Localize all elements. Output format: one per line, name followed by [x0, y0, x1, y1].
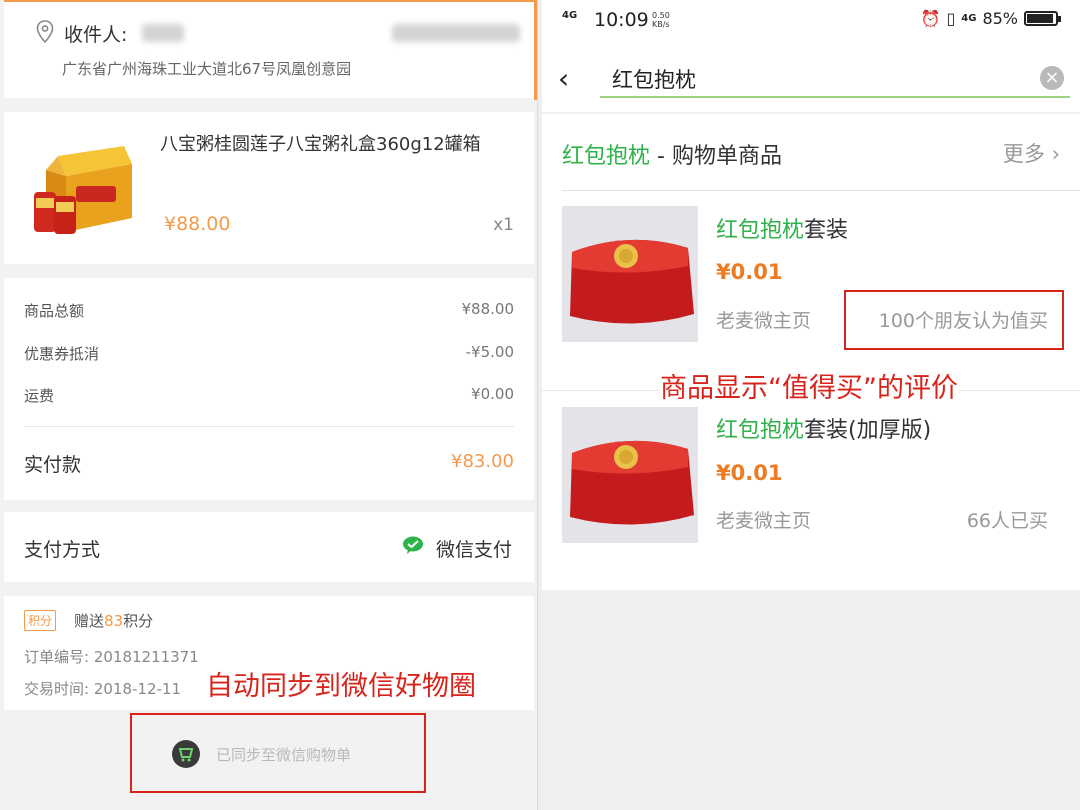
sync-status-text[interactable]: 已同步至微信购物单: [216, 744, 351, 765]
fee-summary-card: 商品总额 ¥88.00 优惠券抵消 -¥5.00 运费 ¥0.00 实付款 ¥8…: [4, 278, 534, 500]
section-title-highlight: 红包抱枕: [562, 144, 651, 169]
network-indicator-2: 4G: [961, 13, 977, 24]
points-badge: 积分: [24, 610, 57, 631]
item-price: ¥0.01: [716, 461, 783, 485]
receiver-label: 收件人:: [64, 24, 128, 46]
points-text: 赠送83积分: [74, 610, 153, 631]
item-shop: 老麦微主页: [716, 310, 812, 332]
annotation-sync: 自动同步到微信好物圈: [206, 671, 476, 702]
results-list: 红包抱枕 - 购物单商品 更多 › 红包抱枕套装 ¥0.01 老麦微主页 100…: [542, 114, 1080, 590]
product-quantity: x1: [493, 215, 514, 235]
product-price: ¥88.00: [164, 213, 231, 235]
payment-method: 微信支付: [435, 539, 512, 561]
points-prefix: 赠送: [74, 612, 105, 630]
fee-row: 运费 ¥0.00: [24, 385, 514, 407]
divider: [24, 426, 514, 427]
status-bar: 4G 10:09 0.50 KB/s ⏰ ▯ 4G 85%: [542, 0, 1080, 44]
network-indicator: 4G: [562, 10, 578, 21]
fee-label: 运费: [24, 387, 55, 405]
annotation-worth-buying: 商品显示“值得买”的评价: [660, 366, 958, 405]
sync-highlight-box: 已同步至微信购物单: [130, 713, 426, 793]
fee-row: 商品总额 ¥88.00: [24, 300, 514, 322]
divider: [562, 190, 1080, 191]
status-icons: ⏰ ▯ 4G 85%: [920, 9, 1061, 28]
product-name: 八宝粥桂圆莲子八宝粥礼盒360g12罐箱: [160, 134, 481, 155]
receiver-phone-blurred: [392, 24, 520, 42]
location-pin-icon: [36, 20, 54, 44]
item-image: [562, 206, 698, 342]
wechat-pay-icon: [403, 536, 423, 554]
clock: 10:09: [594, 9, 649, 31]
receiver-card[interactable]: 收件人: 广东省广州海珠工业大道北67号凤凰创意园: [4, 0, 534, 98]
product-card[interactable]: 八宝粥桂圆莲子八宝粥礼盒360g12罐箱 ¥88.00 x1: [4, 112, 534, 264]
item-purchase-count: 66人已买: [966, 510, 1048, 532]
item-title-rest: 套装(加厚版): [804, 418, 932, 443]
item-title: 红包抱枕套装: [716, 212, 848, 244]
clear-icon[interactable]: ×: [1040, 66, 1064, 90]
item-image: [562, 407, 698, 543]
receiver-name-blurred: [142, 24, 184, 42]
order-detail-panel: 收件人: 广东省广州海珠工业大道北67号凤凰创意园 八宝粥桂圆莲子八宝粥礼盒36…: [0, 0, 538, 810]
total-label: 实付款: [24, 454, 82, 476]
payment-label: 支付方式: [24, 539, 101, 561]
battery-icon: [1024, 11, 1061, 26]
total-value: ¥83.00: [451, 451, 514, 472]
order-number: 订单编号: 20181211371: [24, 648, 199, 666]
battery-percent: 85%: [982, 9, 1018, 28]
item-title-rest: 套装: [804, 218, 849, 243]
net-speed-value: 0.50: [652, 11, 670, 20]
item-title-highlight: 红包抱枕: [716, 418, 805, 443]
alarm-icon: ⏰: [920, 9, 941, 28]
payment-card: 支付方式 微信支付: [4, 512, 534, 582]
points-value: 83: [104, 612, 124, 630]
fee-label: 优惠券抵消: [24, 345, 100, 363]
fee-value: ¥0.00: [471, 385, 514, 403]
item-title-highlight: 红包抱枕: [716, 218, 805, 243]
fee-row: 优惠券抵消 -¥5.00: [24, 343, 514, 365]
net-speed-unit: KB/s: [652, 20, 670, 29]
screenshot-root: 收件人: 广东省广州海珠工业大道北67号凤凰创意园 八宝粥桂圆莲子八宝粥礼盒36…: [0, 0, 1080, 810]
search-results-panel: 4G 10:09 0.50 KB/s ⏰ ▯ 4G 85% ‹ 红包抱枕 × 红包…: [542, 0, 1080, 810]
search-bar: ‹ 红包抱枕 ×: [542, 44, 1080, 112]
vibrate-icon: ▯: [946, 9, 956, 28]
accent-line: [534, 0, 537, 100]
receiver-address: 广东省广州海珠工业大道北67号凤凰创意园: [62, 60, 352, 78]
points-suffix: 积分: [123, 612, 154, 630]
search-input[interactable]: 红包抱枕: [612, 64, 696, 94]
section-title-rest: - 购物单商品: [650, 144, 782, 169]
back-icon[interactable]: ‹: [558, 62, 569, 95]
item-shop: 老麦微主页: [716, 510, 812, 532]
highlight-box: [844, 290, 1064, 350]
order-time: 交易时间: 2018-12-11: [24, 680, 181, 698]
item-title: 红包抱枕套装(加厚版): [716, 412, 931, 444]
net-speed: 0.50 KB/s: [652, 11, 670, 29]
fee-value: -¥5.00: [465, 343, 514, 361]
fee-value: ¥88.00: [461, 300, 515, 318]
more-link[interactable]: 更多 ›: [1003, 138, 1060, 168]
fee-label: 商品总额: [24, 302, 85, 320]
search-underline: [600, 96, 1070, 98]
shopping-list-icon: [172, 740, 200, 768]
section-title: 红包抱枕 - 购物单商品: [562, 138, 782, 170]
item-price: ¥0.01: [716, 260, 783, 284]
product-image: [34, 146, 132, 234]
